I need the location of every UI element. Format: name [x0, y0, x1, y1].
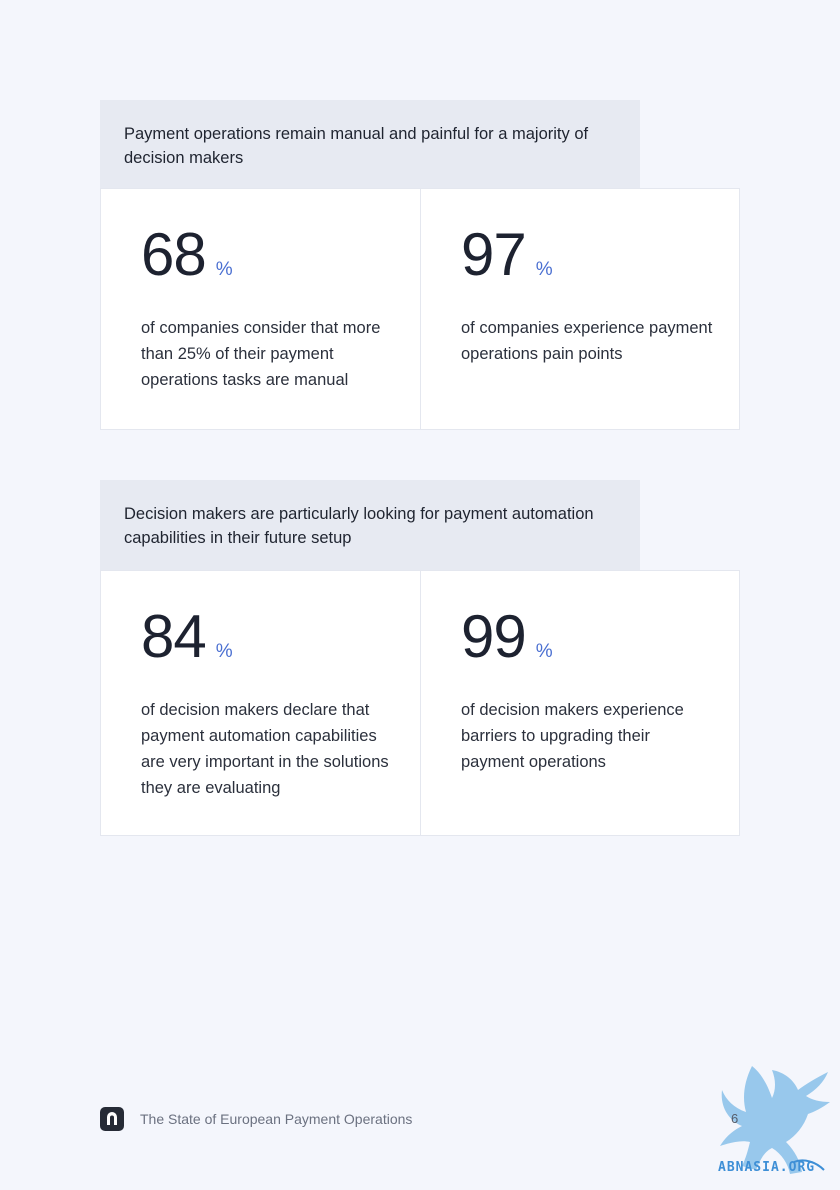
- stat-unit: %: [535, 641, 553, 662]
- stat-value: 99 %: [461, 607, 699, 683]
- watermark-text: ABNASIA.ORG: [718, 1160, 816, 1175]
- stat-value: 97 %: [461, 225, 699, 301]
- stat-number: 97: [461, 221, 527, 288]
- stat-card: 68 % of companies consider that more tha…: [101, 189, 420, 429]
- stat-card: 84 % of decision makers declare that pay…: [101, 571, 420, 835]
- stat-value: 68 %: [141, 225, 380, 301]
- section-heading: Decision makers are particularly looking…: [100, 480, 640, 570]
- footer: The State of European Payment Operations: [100, 1107, 412, 1131]
- stat-description: of decision makers experience barriers t…: [461, 701, 684, 771]
- stat-unit: %: [215, 641, 233, 662]
- footer-title: The State of European Payment Operations: [140, 1111, 413, 1127]
- section-automation: Decision makers are particularly looking…: [100, 480, 740, 836]
- stat-unit: %: [215, 259, 233, 280]
- stat-card: 97 % of companies experience payment ope…: [420, 189, 739, 429]
- stat-number: 68: [141, 221, 207, 288]
- stat-card: 99 % of decision makers experience barri…: [420, 571, 739, 835]
- stat-description: of companies consider that more than 25%…: [141, 319, 381, 389]
- page-number: 6: [731, 1111, 739, 1126]
- stat-cards: 68 % of companies consider that more tha…: [100, 188, 740, 430]
- stat-description: of companies experience payment operatio…: [461, 319, 713, 363]
- stat-cards: 84 % of decision makers declare that pay…: [100, 570, 740, 836]
- stat-unit: %: [535, 259, 553, 280]
- logo-glyph-icon: [107, 1112, 117, 1125]
- brand-logo-icon: [100, 1107, 124, 1131]
- stat-number: 84: [141, 603, 207, 670]
- stat-number: 99: [461, 603, 527, 670]
- stat-value: 84 %: [141, 607, 380, 683]
- stat-description: of decision makers declare that payment …: [141, 701, 389, 797]
- section-heading: Payment operations remain manual and pai…: [100, 100, 640, 188]
- section-manual-operations: Payment operations remain manual and pai…: [100, 100, 740, 430]
